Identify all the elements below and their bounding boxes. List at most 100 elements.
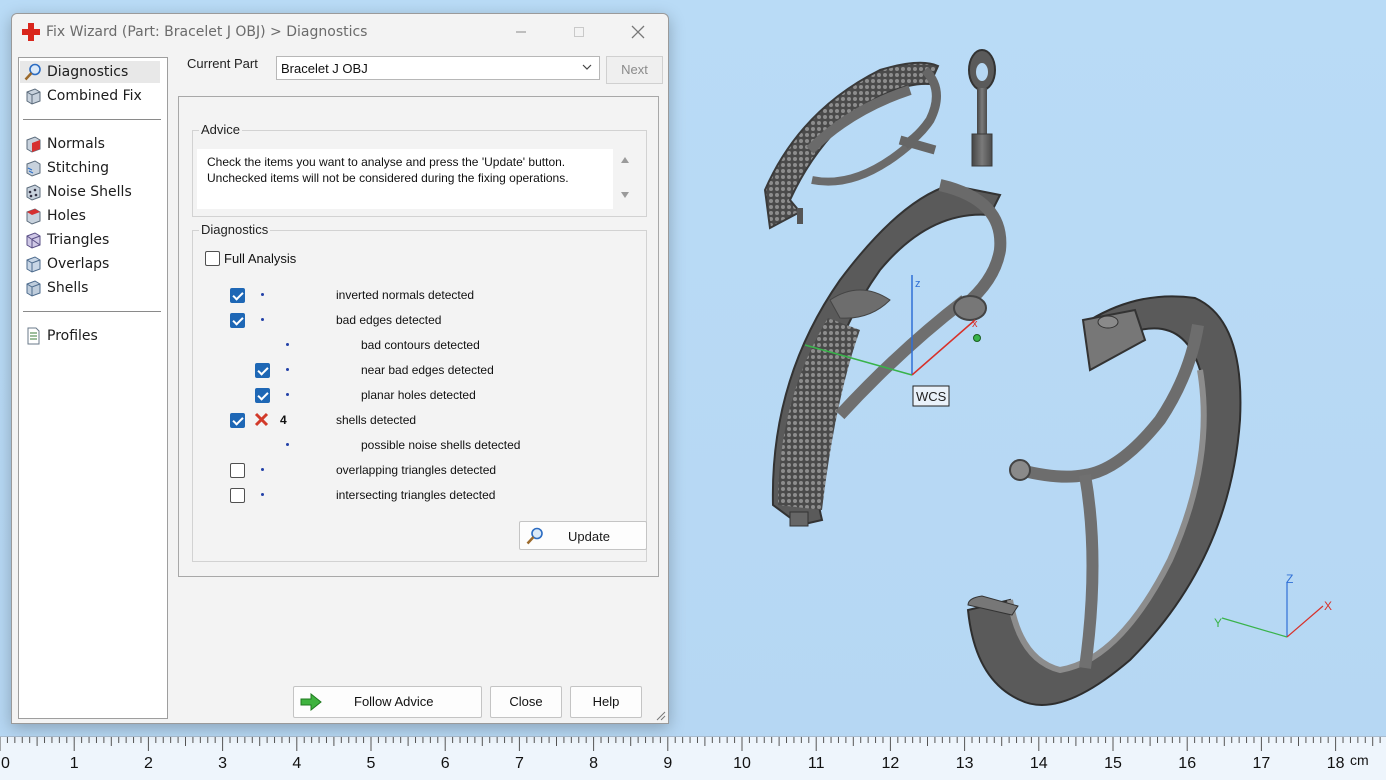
update-button-label: Update <box>568 529 610 544</box>
status-dot <box>286 343 289 346</box>
wcs-label: WCS <box>916 389 947 404</box>
shells-checkbox[interactable] <box>230 413 245 428</box>
nav-divider <box>23 311 161 312</box>
nav-item-shells[interactable]: Shells <box>20 277 160 299</box>
full-analysis-checkbox[interactable] <box>205 251 220 266</box>
ruler-number: 10 <box>733 755 751 772</box>
ruler-number: 12 <box>882 755 900 772</box>
ruler-number: 13 <box>956 755 974 772</box>
nav-item-label: Holes <box>47 208 86 224</box>
app-cross-icon <box>22 23 40 41</box>
minimize-button[interactable] <box>492 14 550 50</box>
status-dot <box>286 393 289 396</box>
nav-item-label: Shells <box>47 280 89 296</box>
nav-item-label: Overlaps <box>47 256 110 272</box>
nav-item-label: Profiles <box>47 328 98 344</box>
shells-icon <box>26 280 41 297</box>
maximize-icon <box>574 27 584 37</box>
nav-item-noise-shells[interactable]: Noise Shells <box>20 181 160 203</box>
current-part-select[interactable]: Bracelet J OBJ <box>276 56 600 80</box>
follow-advice-label: Follow Advice <box>354 694 434 709</box>
combined-fix-icon <box>26 88 41 105</box>
nav-divider <box>23 119 161 120</box>
near-bad-edges-checkbox[interactable] <box>255 363 270 378</box>
inverted-normals-checkbox[interactable] <box>230 288 245 303</box>
planar-holes-checkbox[interactable] <box>255 388 270 403</box>
ruler-number: 0 <box>1 755 10 772</box>
ruler-number: 1 <box>70 755 79 772</box>
scroll-down-icon[interactable] <box>620 190 630 200</box>
holes-icon <box>26 208 41 225</box>
nav-item-label: Triangles <box>47 232 110 248</box>
nav-item-profiles[interactable]: Profiles <box>20 325 160 347</box>
ruler-number: 7 <box>515 755 524 772</box>
close-icon <box>631 25 645 39</box>
current-part-label: Current Part <box>187 56 258 71</box>
diagnostic-item-label: planar holes detected <box>361 388 476 402</box>
ruler-number: 11 <box>808 755 825 772</box>
profiles-icon <box>27 327 40 345</box>
triad-axis-y-label: Y <box>1214 616 1222 630</box>
close-button[interactable]: Close <box>490 686 562 718</box>
bad-edges-checkbox[interactable] <box>230 313 245 328</box>
stitching-icon <box>26 160 41 177</box>
minimize-icon <box>516 31 526 33</box>
wizard-nav-panel: Diagnostics Combined Fix Normals Stitchi… <box>18 57 168 719</box>
intersecting-triangles-checkbox[interactable] <box>230 488 245 503</box>
wcs-axis-z-label: z <box>915 278 921 290</box>
nav-item-normals[interactable]: Normals <box>20 133 160 155</box>
next-button[interactable]: Next <box>606 56 663 84</box>
chevron-down-icon <box>582 64 592 70</box>
error-x-icon <box>254 412 269 427</box>
nav-item-label: Normals <box>47 136 105 152</box>
triad-axis-x-label: X <box>1324 599 1332 613</box>
title-bar[interactable]: Fix Wizard (Part: Bracelet J OBJ) > Diag… <box>12 14 668 50</box>
full-analysis-label: Full Analysis <box>224 251 297 266</box>
help-button[interactable]: Help <box>570 686 642 718</box>
advice-line: Unchecked items will not be considered d… <box>207 171 569 185</box>
advice-text: Check the items you want to analyse and … <box>197 149 613 209</box>
advice-group: Advice Check the items you want to analy… <box>192 122 647 217</box>
ruler-number: 2 <box>144 755 153 772</box>
diagnostics-title: Diagnostics <box>199 222 271 237</box>
resize-grip-icon[interactable] <box>654 709 666 721</box>
nav-item-stitching[interactable]: Stitching <box>20 157 160 179</box>
triangles-icon <box>26 232 41 249</box>
status-dot <box>261 493 264 496</box>
fix-wizard-dialog: Fix Wizard (Part: Bracelet J OBJ) > Diag… <box>11 13 669 724</box>
wcs-axis-x-label: x <box>972 318 978 330</box>
ruler-number: 4 <box>292 755 301 772</box>
nav-item-overlaps[interactable]: Overlaps <box>20 253 160 275</box>
ruler-number: 18 <box>1327 755 1345 772</box>
status-dot <box>286 368 289 371</box>
scroll-up-icon[interactable] <box>620 155 630 165</box>
nav-item-diagnostics[interactable]: Diagnostics <box>20 61 160 83</box>
advice-scrollbar[interactable] <box>616 149 634 205</box>
nav-item-label: Stitching <box>47 160 109 176</box>
ruler: 0 1 2 3 4 5 6 7 8 9 10 11 12 13 14 15 16 17 18 cm <box>0 736 1386 780</box>
window-title: Fix Wizard (Part: Bracelet J OBJ) > Diag… <box>46 24 368 40</box>
bracelet-main-piece <box>771 179 1007 527</box>
nav-item-combined-fix[interactable]: Combined Fix <box>20 85 160 107</box>
ruler-unit: cm <box>1350 752 1369 768</box>
diagnostic-item-label: overlapping triangles detected <box>336 463 497 477</box>
diagnostic-item-label: inverted normals detected <box>336 288 475 302</box>
magnifier-icon <box>24 63 41 81</box>
follow-advice-button[interactable]: Follow Advice <box>293 686 482 718</box>
update-button[interactable]: Update <box>519 521 647 550</box>
diagnostic-item-label: bad contours detected <box>361 338 480 352</box>
maximize-button[interactable] <box>550 14 608 50</box>
overlapping-triangles-checkbox[interactable] <box>230 463 245 478</box>
diagnostic-item-label: possible noise shells detected <box>361 438 521 452</box>
overlaps-icon <box>26 256 41 273</box>
shells-count: 4 <box>280 413 287 427</box>
status-dot <box>261 293 264 296</box>
window-close-button[interactable] <box>609 14 667 50</box>
nav-item-triangles[interactable]: Triangles <box>20 229 160 251</box>
nav-item-holes[interactable]: Holes <box>20 205 160 227</box>
diagnostic-item-label: bad edges detected <box>336 313 442 327</box>
diagnostics-group: Diagnostics Full Analysis inverted norma… <box>192 222 647 562</box>
ruler-number: 16 <box>1178 755 1196 772</box>
orientation-triad <box>1221 582 1324 638</box>
diagnostic-item-label: shells detected <box>336 413 417 427</box>
